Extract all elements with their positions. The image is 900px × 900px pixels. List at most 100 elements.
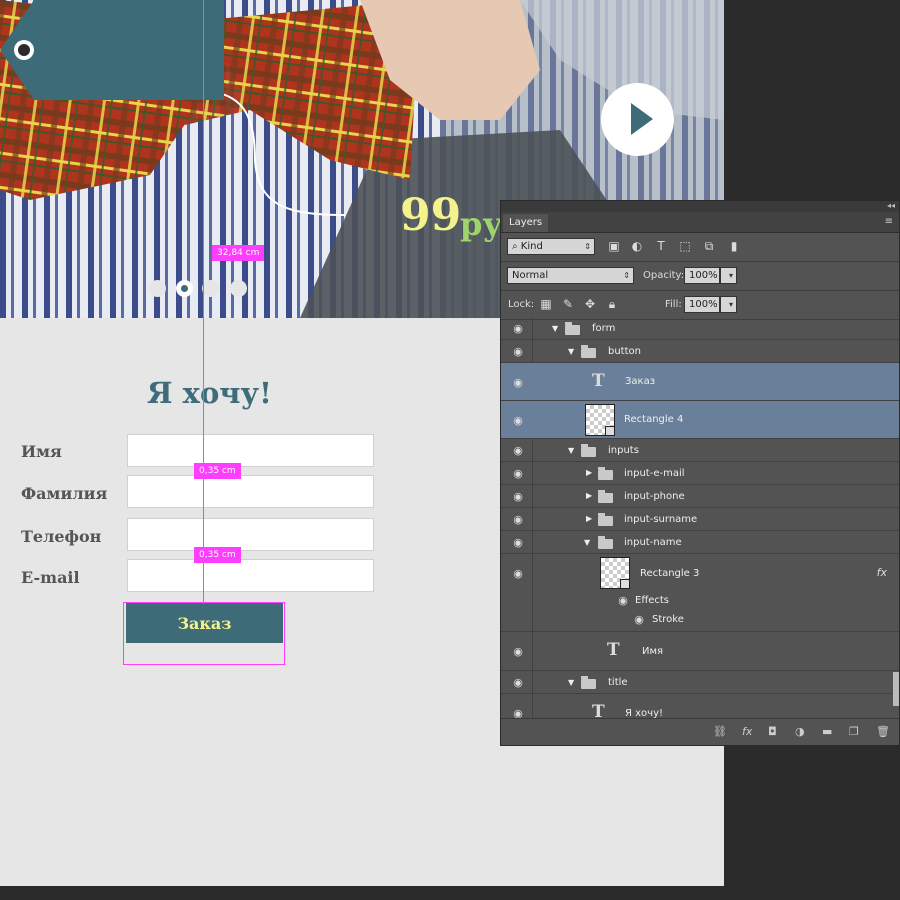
layer-thumbnail [600, 557, 630, 589]
expand-triangle-icon[interactable]: ▼ [584, 538, 590, 547]
price-value: 99 [400, 190, 462, 241]
expand-triangle-icon[interactable]: ▼ [568, 347, 574, 356]
name-input[interactable] [127, 434, 374, 467]
add-mask-icon[interactable]: ◘ [768, 725, 777, 738]
visibility-eye-icon[interactable]: ◉ [511, 536, 525, 549]
surname-input[interactable] [127, 475, 374, 508]
adjustment-layer-icon[interactable]: ◑ [795, 725, 805, 738]
trash-icon[interactable]: 🗑︎ [876, 725, 890, 738]
blend-mode-select[interactable]: Normal ⇕ [507, 267, 634, 284]
email-input[interactable] [127, 559, 374, 592]
visibility-eye-icon[interactable]: ◉ [511, 513, 525, 526]
visibility-eye-icon[interactable]: ◉ [511, 322, 525, 335]
layer-row[interactable]: ◉ ▶ input-surname [501, 508, 899, 531]
layer-row-selected[interactable]: ◉ T Заказ [501, 363, 899, 401]
add-style-fx-icon[interactable]: fx [742, 725, 752, 738]
expand-triangle-icon[interactable]: ▼ [552, 324, 558, 333]
vector-mask-icon [620, 579, 630, 589]
layer-row[interactable]: ◉ ▶ input-e-mail [501, 462, 899, 485]
search-icon: ⌕ [512, 241, 521, 252]
visibility-eye-icon[interactable]: ◉ [511, 467, 525, 480]
price-tag [0, 0, 224, 100]
visibility-eye-icon[interactable]: ◉ [511, 676, 525, 689]
fill-dropdown[interactable]: ▾ [720, 296, 737, 313]
link-layers-icon[interactable]: ⛓ [713, 725, 727, 738]
layer-name: Имя [642, 646, 664, 657]
selection-bounding-box[interactable] [123, 602, 285, 665]
pixel-filter-icon[interactable]: ▣ [607, 239, 621, 253]
slider-dot[interactable] [230, 280, 247, 297]
opacity-input[interactable]: 100% [684, 267, 720, 284]
new-layer-icon[interactable]: ❐ [849, 725, 859, 738]
layer-row[interactable]: ◉ ▼ button [501, 340, 899, 363]
layer-row-selected[interactable]: ◉ Rectangle 4 [501, 401, 899, 439]
visibility-eye-icon[interactable]: ◉ [511, 444, 525, 457]
folder-icon [598, 513, 613, 526]
layers-scrollbar-thumb[interactable] [893, 672, 899, 706]
slider-dot-active[interactable] [176, 280, 193, 297]
visibility-eye-icon[interactable]: ◉ [511, 490, 525, 503]
new-group-folder-icon[interactable]: ▬ [822, 725, 832, 738]
layer-effects-fx-icon[interactable]: fx [877, 566, 887, 579]
layer-name: title [608, 677, 628, 688]
folder-icon [598, 490, 613, 503]
panel-titlebar[interactable]: ◂◂ [501, 201, 899, 212]
collapse-icon[interactable]: ◂◂ [887, 201, 895, 210]
layer-row[interactable]: ◉ T Имя [501, 632, 899, 671]
play-button[interactable] [601, 83, 674, 156]
layers-panel[interactable]: ◂◂ Layers ≡ ⌕ Kind ⇕ ▣ ◐ T ⬚ ⧉ ▮ Normal ⇕ … [500, 200, 900, 746]
slider-dot[interactable] [202, 280, 219, 297]
visibility-eye-icon[interactable]: ◉ [511, 567, 525, 580]
measure-label-gap-1: 0,35 cm [194, 463, 241, 479]
phone-input[interactable] [127, 518, 374, 551]
layer-row[interactable]: ◉ ▼ inputs [501, 439, 899, 462]
blend-mode-value: Normal [512, 270, 549, 281]
collapse-triangle-icon[interactable]: ▶ [586, 514, 592, 523]
expand-triangle-icon[interactable]: ▼ [568, 446, 574, 455]
tab-layers[interactable]: Layers [503, 214, 549, 232]
effects-eye-icon[interactable]: ◉ [616, 594, 630, 607]
filter-kind-select[interactable]: ⌕ Kind ⇕ [507, 238, 595, 255]
text-layer-icon: T [592, 371, 605, 391]
layer-name: Заказ [625, 376, 656, 387]
filter-toggle-icon[interactable]: ▮ [727, 239, 741, 253]
slider-dot[interactable] [149, 280, 166, 297]
stroke-eye-icon[interactable]: ◉ [632, 613, 646, 626]
lock-all-icon[interactable]: 🔒︎ [605, 297, 619, 312]
chevron-updown-icon: ⇕ [584, 242, 591, 251]
folder-icon [565, 322, 580, 335]
shape-filter-icon[interactable]: ⬚ [678, 239, 692, 253]
layer-row[interactable]: ◉ ▼ input-name [501, 531, 899, 554]
visibility-eye-icon[interactable]: ◉ [511, 414, 525, 427]
collapse-triangle-icon[interactable]: ▶ [586, 491, 592, 500]
panel-menu-icon[interactable]: ≡ [885, 216, 893, 227]
lock-transparent-icon[interactable]: ▦ [539, 297, 553, 311]
visibility-eye-icon[interactable]: ◉ [511, 376, 525, 389]
fill-input[interactable]: 100% [684, 296, 720, 313]
visibility-eye-icon[interactable]: ◉ [511, 345, 525, 358]
layer-row[interactable]: ◉ T Я хочу! [501, 694, 899, 721]
panel-tabbar: Layers ≡ [501, 212, 899, 233]
chevron-updown-icon: ⇕ [623, 271, 630, 280]
layer-row[interactable]: ◉ ▼ title [501, 671, 899, 694]
expand-triangle-icon[interactable]: ▼ [568, 678, 574, 687]
layer-name: input-name [624, 537, 682, 548]
fill-label: Fill: [665, 299, 682, 310]
type-filter-icon[interactable]: T [654, 239, 668, 253]
lock-move-icon[interactable]: ✥ [583, 297, 597, 311]
adjustment-filter-icon[interactable]: ◐ [630, 239, 644, 253]
layers-list[interactable]: ◉ ▼ form ◉ ▼ button ◉ T Заказ ◉ Rectangl… [501, 317, 899, 721]
measure-label-top: 32,84 cm [212, 245, 265, 261]
smart-object-filter-icon[interactable]: ⧉ [702, 239, 716, 254]
opacity-dropdown[interactable]: ▾ [720, 267, 737, 284]
layers-bottom-toolbar: ⛓ fx ◘ ◑ ▬ ❐ 🗑︎ [501, 718, 899, 745]
collapse-triangle-icon[interactable]: ▶ [586, 468, 592, 477]
layer-row[interactable]: ◉ ▼ form [501, 317, 899, 340]
lock-brush-icon[interactable]: ✎ [561, 297, 575, 311]
layer-row[interactable]: ◉ Rectangle 3 fx ◉ Effects ◉ Stroke [501, 554, 899, 632]
layer-row[interactable]: ◉ ▶ input-phone [501, 485, 899, 508]
lock-label: Lock: [508, 299, 535, 310]
folder-icon [598, 467, 613, 480]
layer-name: form [592, 323, 616, 334]
visibility-eye-icon[interactable]: ◉ [511, 645, 525, 658]
